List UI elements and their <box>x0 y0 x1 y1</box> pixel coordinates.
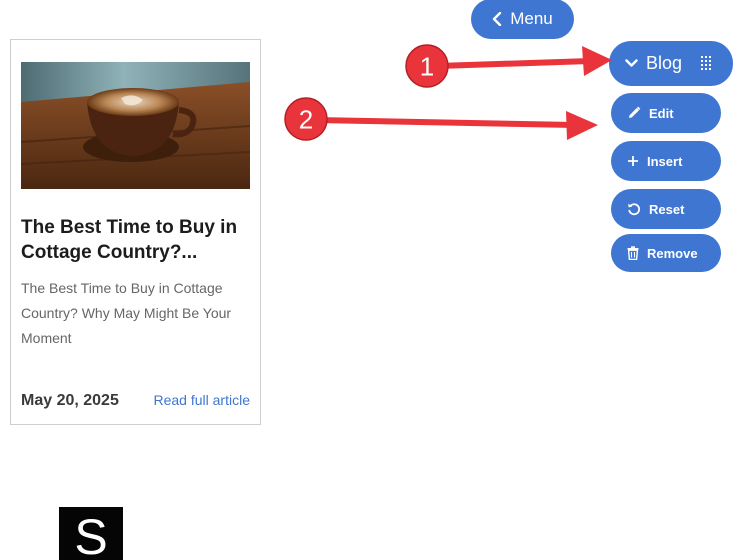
undo-icon <box>627 202 641 216</box>
site-logo[interactable]: S <box>59 507 123 560</box>
blog-post-card: The Best Time to Buy in Cottage Country?… <box>10 39 261 425</box>
pencil-icon <box>627 106 641 120</box>
post-excerpt: The Best Time to Buy in Cottage Country?… <box>21 280 232 346</box>
logo-letter: S <box>74 509 108 560</box>
post-thumbnail-image[interactable] <box>21 62 250 189</box>
read-full-article-link[interactable]: Read full article <box>154 392 251 408</box>
annotation-badge-1-label: 1 <box>420 52 434 82</box>
chevron-left-icon <box>492 12 502 26</box>
annotation-badge-2: 2 <box>284 97 328 141</box>
plus-icon <box>627 155 639 167</box>
insert-button[interactable]: Insert <box>611 141 721 181</box>
edit-button[interactable]: Edit <box>611 93 721 133</box>
trash-icon <box>627 246 639 260</box>
menu-back-button[interactable]: Menu <box>471 0 574 39</box>
annotation-badge-1: 1 <box>405 44 449 88</box>
reset-label: Reset <box>649 201 685 217</box>
insert-label: Insert <box>647 153 683 169</box>
drag-grid-icon[interactable] <box>701 56 711 70</box>
blog-section-button[interactable]: Blog <box>609 41 733 86</box>
post-date: May 20, 2025 <box>21 392 119 409</box>
chevron-down-icon <box>625 59 638 68</box>
blog-label: Blog <box>646 53 683 73</box>
reset-button[interactable]: Reset <box>611 189 721 229</box>
menu-label: Menu <box>510 9 553 28</box>
remove-button[interactable]: Remove <box>611 234 721 272</box>
post-title[interactable]: The Best Time to Buy in Cottage Country?… <box>21 215 257 265</box>
annotation-badge-2-label: 2 <box>299 105 313 135</box>
remove-label: Remove <box>647 245 698 261</box>
annotation-arrow-2 <box>312 111 598 140</box>
edit-label: Edit <box>649 105 674 121</box>
annotation-arrow-1 <box>435 46 612 76</box>
